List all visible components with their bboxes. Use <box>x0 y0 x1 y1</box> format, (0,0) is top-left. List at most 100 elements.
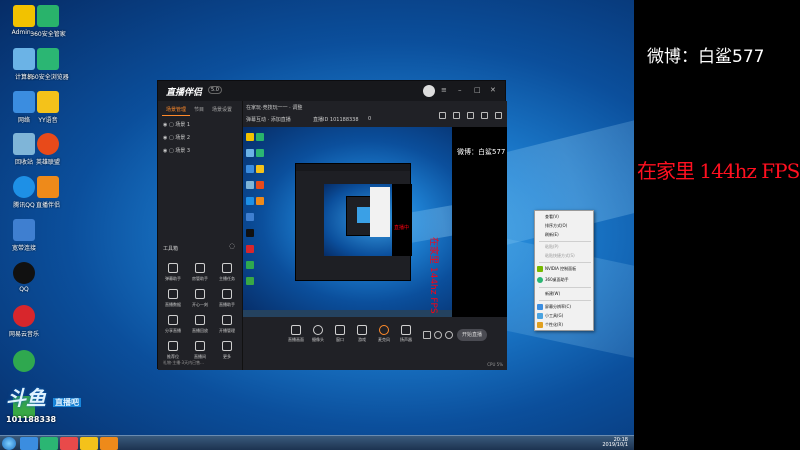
tool-button[interactable]: 开播管理 <box>214 315 240 334</box>
360-icon <box>537 277 543 283</box>
microphone-icon <box>379 325 389 335</box>
preview-icon <box>256 181 264 189</box>
nested-app-window: 直播中 <box>295 163 412 281</box>
preview-icon <box>246 165 254 173</box>
menu-item-paste[interactable]: 粘贴(P) <box>545 244 559 250</box>
preview-icon <box>246 133 254 141</box>
preview-icon <box>246 213 254 221</box>
close-icon[interactable]: ✕ <box>490 86 496 94</box>
active-tab-underline <box>162 115 190 116</box>
stream-preview[interactable]: 直播中 微博：白鲨577 在家里 144hz FPS 150 <box>243 127 507 317</box>
tool-button[interactable]: 分享直播 <box>160 315 186 334</box>
desktop-icon[interactable]: 360安全浏览器 <box>24 48 72 81</box>
tab-scene-settings[interactable]: 场景设置 <box>212 106 232 113</box>
tool-button[interactable]: 推荐位 <box>160 341 186 360</box>
menu-item-360-assistant[interactable]: 360桌面助手 <box>545 277 569 283</box>
app-title: 直播伴侣 <box>166 88 203 98</box>
tool-icon <box>222 263 232 273</box>
tool-icon <box>195 315 205 325</box>
scene-item[interactable]: ◉ ▢ 场景 1 <box>163 121 190 128</box>
tool-button[interactable]: 直播回放 <box>187 315 213 334</box>
preview-taskbar <box>243 310 452 317</box>
menu-item-refresh[interactable]: 刷新(E) <box>545 232 559 238</box>
lock-icon[interactable] <box>453 112 460 119</box>
app-icon <box>37 176 59 198</box>
room-title[interactable]: 在家玩·竞技玩一一 · 调整 <box>246 104 302 111</box>
menu-separator <box>539 262 591 263</box>
tool-icon <box>195 289 205 299</box>
tab-scene-manage[interactable]: 场景管理 <box>166 106 186 113</box>
taskbar-app-button[interactable] <box>20 437 38 450</box>
bell-icon[interactable] <box>481 112 488 119</box>
preview-icon <box>256 165 264 173</box>
weibo-handle-text: 微博：白鲨577 <box>647 47 765 67</box>
left-status-text: 礼物·主播·3天内已售... <box>163 360 204 365</box>
speaker-button[interactable]: 扬声器 <box>393 325 419 343</box>
tool-button[interactable]: 直播助手 <box>214 289 240 308</box>
qq-penguin-icon <box>13 262 35 284</box>
start-stream-button[interactable]: 开始直播 <box>457 329 487 341</box>
scene-item[interactable]: ◉ ▢ 场景 3 <box>163 147 190 154</box>
gear-icon[interactable] <box>445 331 453 339</box>
preview-red-text: 在家里 144hz FPS 150 <box>428 237 438 317</box>
tab-program[interactable]: 节目 <box>194 106 204 113</box>
tool-button[interactable]: 直播数据 <box>160 289 186 308</box>
watermark-sub: 直播吧 <box>52 398 81 407</box>
monitor-icon[interactable] <box>439 112 446 119</box>
start-button[interactable] <box>2 437 16 450</box>
share-icon[interactable] <box>495 112 502 119</box>
preview-weibo-text: 微博：白鲨577 <box>457 148 506 156</box>
desktop-icon[interactable]: YY语音 <box>24 91 72 124</box>
maximize-icon[interactable]: □ <box>474 86 481 94</box>
menu-item-sort[interactable]: 排序方式(O) <box>545 223 567 229</box>
douyu-watermark: 斗鱼 直播吧 101188338 <box>6 388 81 424</box>
window-icon <box>335 325 345 335</box>
desktop-icon[interactable]: 直播伴侣 <box>24 176 72 209</box>
desktop-icon[interactable] <box>0 350 48 374</box>
menu-item-resolution[interactable]: 屏幕分辨率(C) <box>545 304 571 310</box>
desktop-icon[interactable]: 360安全管家 <box>24 5 72 38</box>
menu-separator <box>539 241 591 242</box>
tool-icon <box>168 341 178 351</box>
record-icon[interactable] <box>423 331 431 339</box>
tool-button[interactable]: 主播任务 <box>214 263 240 282</box>
menu-item-view[interactable]: 查看(V) <box>545 214 559 220</box>
desktop-icon[interactable]: 网易云音乐 <box>0 305 48 338</box>
preview-desktop: 直播中 <box>243 127 507 317</box>
gadget-icon <box>537 313 543 319</box>
network-connection-icon <box>13 219 35 241</box>
scene-item[interactable]: ◉ ▢ 场景 2 <box>163 134 190 141</box>
desktop-icon[interactable]: QQ <box>0 262 48 293</box>
eye-icon: ◉ <box>163 148 168 154</box>
desktop-icon[interactable]: 宽带连接 <box>0 219 48 252</box>
tool-button[interactable]: 更多 <box>214 341 240 360</box>
preview-icon <box>246 181 254 189</box>
stream-overlay-panel <box>634 0 800 450</box>
app-titlebar[interactable]: 直播伴侣 5.0 ≡ – □ ✕ <box>158 81 505 101</box>
cpu-status: CPU 5% <box>487 362 503 367</box>
desktop-icon[interactable]: 英雄联盟 <box>24 133 72 166</box>
menu-icon[interactable]: ≡ <box>441 86 447 94</box>
tool-button[interactable]: 房管助手 <box>187 263 213 282</box>
menu-item-paste-shortcut[interactable]: 粘贴快捷方式(S) <box>545 253 575 259</box>
menu-item-new[interactable]: 新建(W) <box>545 291 560 297</box>
taskbar-app-button[interactable] <box>60 437 78 450</box>
minimize-icon[interactable]: – <box>458 86 462 94</box>
gift-icon[interactable] <box>467 112 474 119</box>
tool-icon <box>168 289 178 299</box>
taskbar: 20:18 2019/10/1 <box>0 435 634 450</box>
taskbar-app-button[interactable] <box>100 437 118 450</box>
menu-item-gadgets[interactable]: 小工具(G) <box>545 313 563 319</box>
eye-icon: ◉ <box>163 122 168 128</box>
avatar[interactable] <box>423 85 435 97</box>
taskbar-app-button[interactable] <box>40 437 58 450</box>
menu-item-nvidia[interactable]: NVIDIA 控制面板 <box>545 266 576 272</box>
settings-icon[interactable] <box>434 331 442 339</box>
taskbar-app-button[interactable] <box>80 437 98 450</box>
tool-button[interactable]: 弹幕助手 <box>160 263 186 282</box>
taskbar-clock[interactable]: 20:18 2019/10/1 <box>602 438 628 448</box>
tool-button[interactable]: 开心一刻 <box>187 289 213 308</box>
tool-button[interactable]: 直播间 <box>187 341 213 360</box>
menu-item-personalize[interactable]: 个性化(R) <box>545 322 563 328</box>
shield-icon[interactable]: ◌ <box>229 242 235 250</box>
